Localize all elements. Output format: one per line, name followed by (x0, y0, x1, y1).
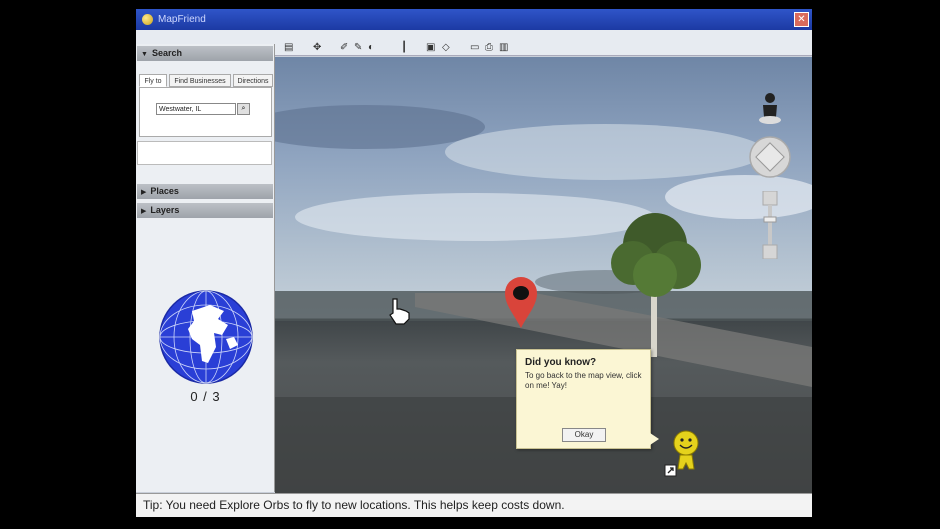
email-icon[interactable]: ▭ (470, 42, 479, 54)
search-panel-header[interactable]: ▼ Search (137, 46, 273, 61)
app-logo-icon (142, 14, 153, 25)
explore-orb-counter: 0 / 3 (190, 389, 221, 404)
polygon-tool-icon[interactable]: ✐ (340, 42, 348, 54)
search-pane: ⌕ (139, 87, 272, 137)
image-tool-icon[interactable]: ▣ (426, 42, 435, 54)
look-joystick-icon[interactable] (748, 135, 792, 179)
tab-find-businesses[interactable]: Find Businesses (169, 74, 231, 87)
sky-tool-icon[interactable]: ◇ (442, 42, 450, 54)
ruler-icon[interactable]: ┃ (401, 42, 407, 54)
tree (611, 213, 701, 357)
expand-arrow-icon: ▶ (141, 208, 147, 215)
title-bar: MapFriend ✕ (136, 9, 812, 30)
fly-to-input[interactable] (156, 103, 236, 115)
street-view-viewport[interactable]: Did you know? To go back to the map view… (275, 57, 812, 493)
location-pin-icon[interactable] (503, 275, 539, 329)
view-in-maps-icon[interactable]: ▥ (499, 42, 508, 54)
path-tool-icon[interactable]: ✎ (354, 42, 362, 54)
status-bar: Tip: You need Explore Orbs to fly to new… (136, 493, 812, 517)
pegman-icon[interactable] (757, 91, 783, 125)
window-title: MapFriend (158, 14, 206, 25)
tab-fly-to[interactable]: Fly to (139, 74, 167, 87)
hand-cursor-icon (389, 298, 410, 325)
did-you-know-tooltip: Did you know? To go back to the map view… (516, 349, 659, 449)
sidebar: ▼ Search Fly to Find Businesses Direction… (136, 44, 275, 492)
globe-icon (159, 290, 253, 384)
expand-arrow-icon: ▶ (141, 189, 147, 196)
sidebar-toggle-icon[interactable]: ▤ (284, 42, 293, 54)
search-button[interactable]: ⌕ (237, 103, 250, 115)
overlay-tool-icon[interactable]: ◐ (368, 42, 374, 54)
layers-panel-header[interactable]: ▶ Layers (137, 203, 273, 218)
tooltip-title: Did you know? (525, 357, 597, 368)
close-button[interactable]: ✕ (794, 12, 809, 27)
tab-directions[interactable]: Directions (233, 74, 273, 87)
mascot-smiley-icon[interactable] (663, 429, 703, 481)
tooltip-tail (650, 433, 659, 445)
app-window: MapFriend ✕ ▤ ✥ ✐ ✎ ◐ ┃ ▣ ◇ ▭ ⎙ ▥ ▼ Searc… (136, 9, 812, 517)
search-results-list[interactable] (137, 141, 272, 165)
sky-backdrop (275, 105, 812, 294)
placemark-tool-icon[interactable]: ✥ (313, 42, 321, 54)
zoom-slider-icon[interactable] (761, 191, 779, 259)
tooltip-body: To go back to the map view, click on me!… (525, 371, 642, 390)
okay-button[interactable]: Okay (562, 428, 606, 442)
places-panel-header[interactable]: ▶ Places (137, 184, 273, 199)
print-icon[interactable]: ⎙ (485, 42, 493, 54)
collapse-arrow-icon: ▼ (141, 51, 148, 58)
